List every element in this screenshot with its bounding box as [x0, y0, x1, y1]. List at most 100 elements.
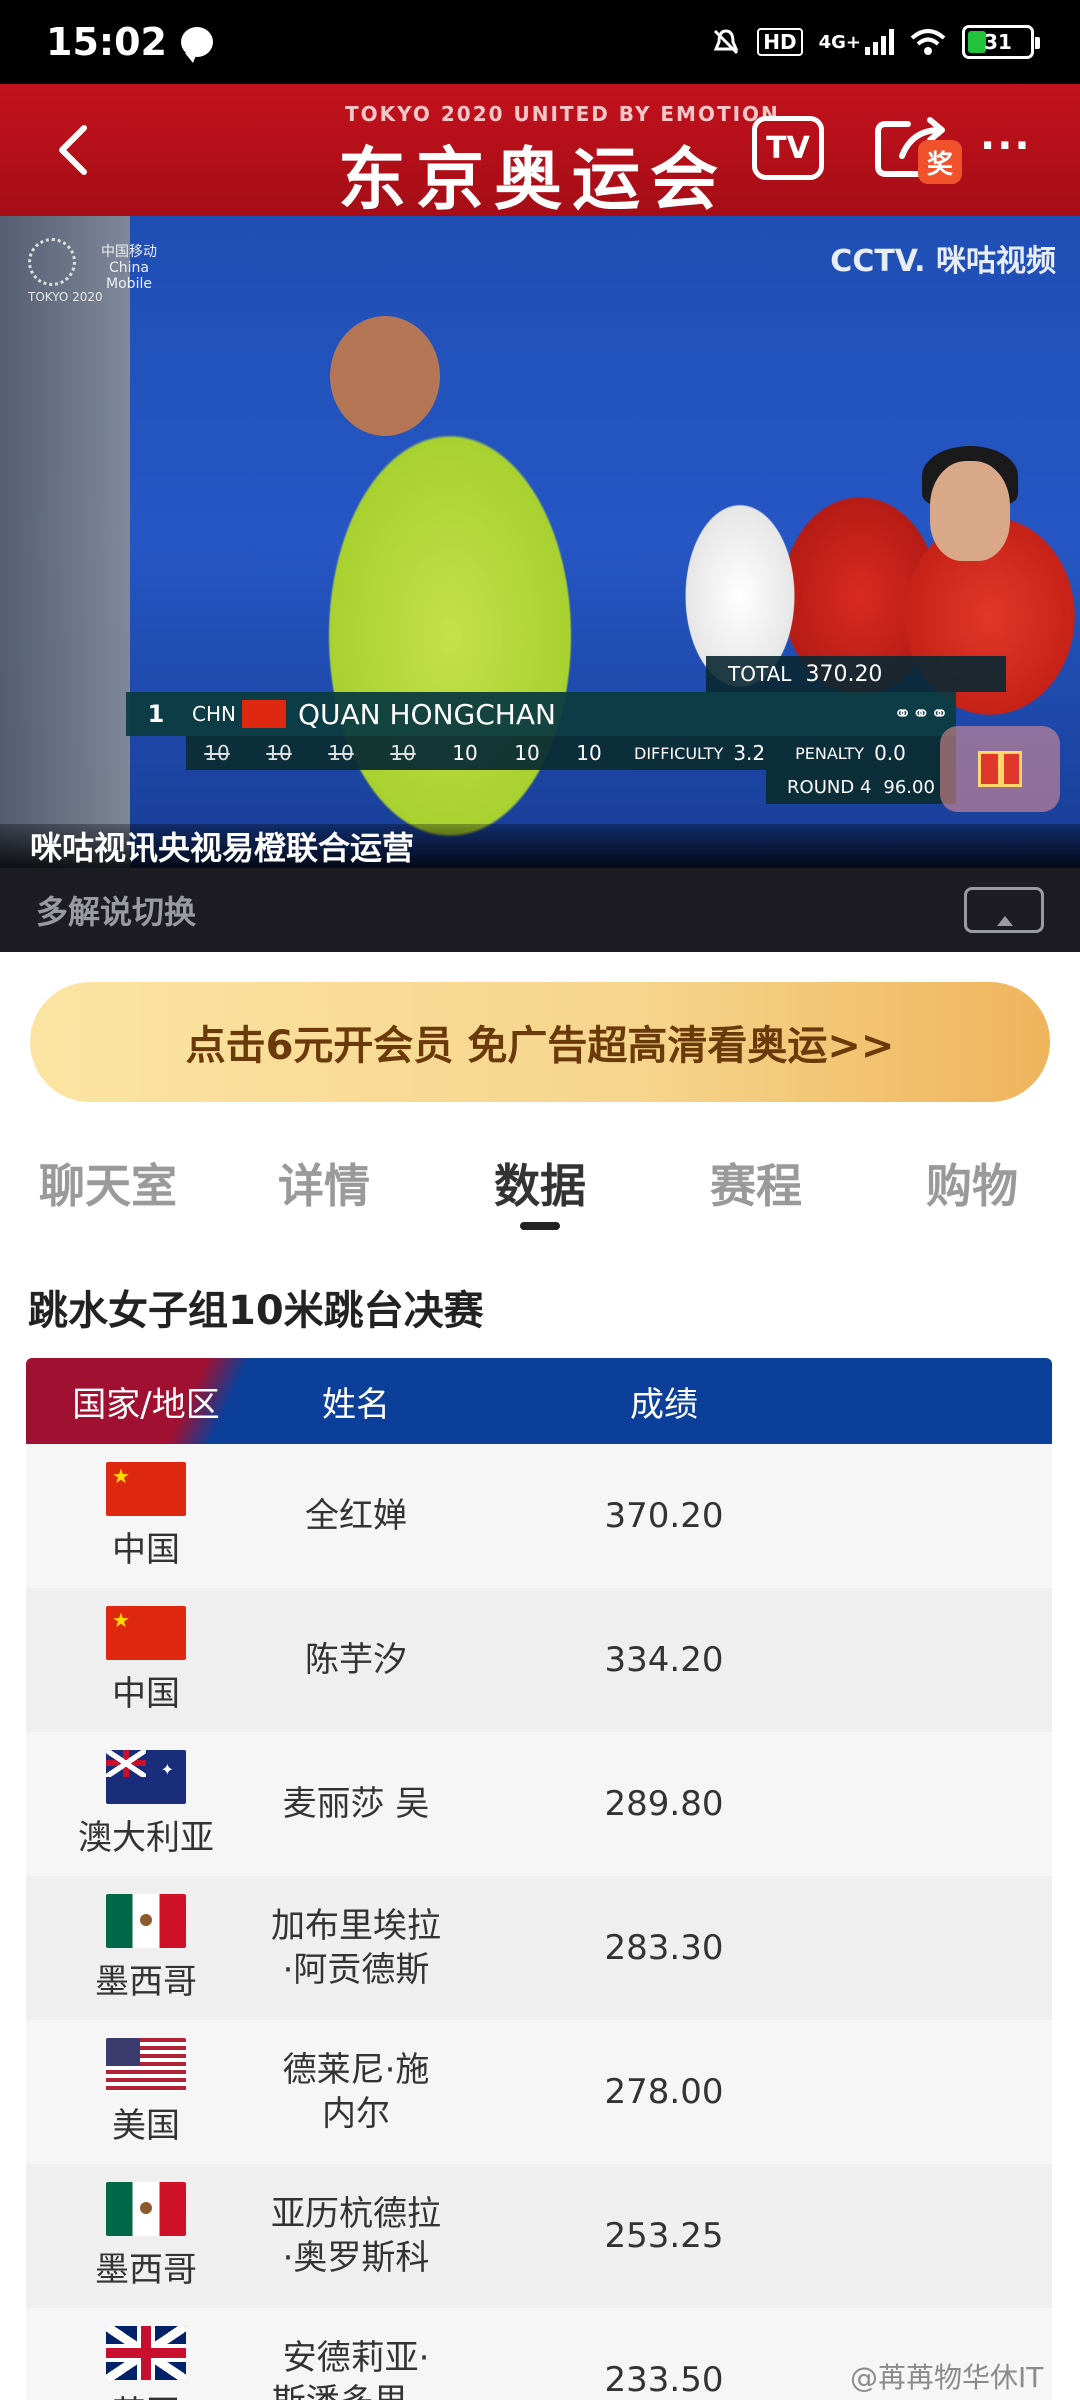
china-mobile-logo: 中国移动 China Mobile	[101, 244, 157, 292]
tab-schedule[interactable]: 赛程	[648, 1150, 864, 1230]
gift-button[interactable]	[940, 726, 1060, 812]
round-score: ROUND 4 96.00	[766, 770, 956, 804]
difficulty-label: DIFFICULTY	[634, 743, 724, 763]
more-options-button[interactable]: ···	[980, 126, 1040, 166]
tokyo-2020-logo: TOKYO 2020	[28, 238, 103, 304]
rank: 1	[147, 700, 165, 728]
flag-icon	[106, 1605, 186, 1660]
status-icons: HD 4G+ 31	[711, 25, 1040, 59]
screen-cast-icon[interactable]	[964, 887, 1044, 933]
video-caption: 咪咕视讯央视易橙联合运营	[0, 824, 1080, 868]
tab-details[interactable]: 详情	[216, 1150, 432, 1230]
table-row: 澳大利亚 麦丽莎 吴 289.80	[26, 1732, 1052, 1876]
country-name: 英国	[112, 2386, 180, 2400]
mute-icon	[711, 27, 741, 57]
cellular-signal-icon: 4G+	[819, 29, 894, 55]
header-score: 成绩	[630, 1384, 698, 1425]
header-subtitle: TOKYO 2020 UNITED BY EMOTION	[345, 102, 780, 126]
score-cell: 253.25	[604, 2216, 724, 2256]
vip-membership-banner[interactable]: 点击6元开会员 免广告超高清看奥运>>	[30, 982, 1050, 1102]
judge-scores: 10 10 10 10 10 10 10 DIFFICULTY 3.2 PENA…	[186, 736, 956, 770]
network-type: 4G+	[818, 31, 861, 53]
tab-chatroom[interactable]: 聊天室	[0, 1150, 216, 1230]
score-cell: 278.00	[604, 2072, 724, 2112]
tab-bar: 聊天室 详情 数据 赛程 购物	[0, 1150, 1080, 1230]
table-row: 中国 全红婵 370.20	[26, 1444, 1052, 1588]
reward-badge: 奖	[918, 140, 962, 184]
country-name: 澳大利亚	[78, 1817, 214, 1858]
score-cell: 289.80	[604, 1784, 724, 1824]
status-time: 15:02	[46, 20, 167, 64]
judge-score: 10	[452, 741, 478, 765]
country-name: 中国	[112, 1673, 180, 1714]
flag-icon	[106, 2181, 186, 2236]
commentary-bar: 多解说切换	[0, 868, 1080, 952]
flag-icon	[106, 1749, 186, 1804]
video-player[interactable]: TOKYO 2020 中国移动 China Mobile CCTV. 咪咕视频 …	[0, 216, 1080, 868]
chevron-left-icon	[59, 125, 87, 175]
battery-icon: 31	[962, 25, 1040, 59]
flag-icon	[106, 2325, 186, 2380]
commentary-switch-button[interactable]: 多解说切换	[36, 887, 196, 933]
judge-score: 10	[390, 741, 416, 765]
judge-score: 10	[204, 741, 230, 765]
athlete-name-cell: 陈芋汐	[305, 1640, 407, 1680]
table-row: 美国 德莱尼·施 内尔 278.00	[26, 2020, 1052, 2164]
athlete-head	[330, 316, 440, 436]
gift-icon	[978, 751, 1022, 787]
tokyo-emblem-icon	[28, 238, 76, 286]
country-cell: 澳大利亚	[26, 1749, 266, 1859]
table-header: 国家/地区 姓名 成绩	[26, 1358, 1052, 1444]
table-body: 中国全红婵370.20中国陈芋汐334.20澳大利亚麦丽莎 吴289.80墨西哥…	[26, 1444, 1052, 2400]
country-cell: 墨西哥	[26, 2181, 266, 2291]
tv-cast-button[interactable]: TV	[752, 116, 824, 180]
video-background	[0, 216, 130, 868]
score-cell: 283.30	[604, 1928, 724, 1968]
results-table: 国家/地区 姓名 成绩 中国全红婵370.20中国陈芋汐334.20澳大利亚麦丽…	[26, 1358, 1052, 2400]
penalty-value: 0.0	[874, 741, 906, 765]
battery-level: 31	[984, 30, 1012, 54]
tab-data[interactable]: 数据	[432, 1150, 648, 1230]
athlete-name-cell: 加布里埃拉 ·阿贡德斯	[271, 1906, 441, 1990]
table-row: 墨西哥 亚历杭德拉 ·奥罗斯科 253.25	[26, 2164, 1052, 2308]
header-country: 国家/地区	[72, 1384, 220, 1425]
country-name: 美国	[112, 2105, 180, 2146]
athlete-name-cell: 亚历杭德拉 ·奥罗斯科	[271, 2194, 441, 2278]
status-bar: 15:02 HD 4G+ 31	[0, 0, 1080, 84]
country-name: 墨西哥	[95, 2249, 197, 2290]
app-header: TOKYO 2020 UNITED BY EMOTION 东京奥运会 TV 奖 …	[0, 84, 1080, 220]
broadcaster-logo: CCTV. 咪咕视频	[830, 244, 1056, 279]
country-cell: 墨西哥	[26, 1893, 266, 2003]
athlete-face	[930, 461, 1010, 561]
judge-score: 10	[266, 741, 292, 765]
country-cell: 英国	[26, 2325, 266, 2400]
event-title: 跳水女子组10米跳台决赛	[28, 1288, 484, 1334]
wifi-icon	[910, 28, 946, 56]
difficulty-value: 3.2	[733, 741, 766, 765]
country-cell: 中国	[26, 1461, 266, 1571]
judge-score: 10	[328, 741, 354, 765]
back-button[interactable]	[44, 118, 100, 182]
country-name: 墨西哥	[95, 1961, 197, 2002]
flag-icon	[106, 2037, 186, 2092]
china-flag-icon	[241, 700, 286, 728]
tab-shopping[interactable]: 购物	[864, 1150, 1080, 1230]
score-cell: 370.20	[604, 1496, 724, 1536]
athlete-name: QUAN HONGCHAN	[297, 697, 556, 731]
judge-score: 10	[576, 741, 602, 765]
flag-icon	[106, 1893, 186, 1948]
athlete-name-cell: 安德莉亚· 斯潘多里...	[272, 2338, 440, 2400]
total-score: TOTAL 370.20	[706, 656, 1006, 692]
penalty-label: PENALTY	[795, 743, 865, 763]
athlete-name-cell: 麦丽莎 吴	[282, 1784, 430, 1824]
table-row: 墨西哥 加布里埃拉 ·阿贡德斯 283.30	[26, 1876, 1052, 2020]
hd-icon: HD	[757, 28, 803, 56]
country-code: CHN	[192, 702, 236, 726]
page-title: 东京奥运会	[338, 141, 729, 220]
country-cell: 中国	[26, 1605, 266, 1715]
message-icon	[180, 27, 213, 63]
country-cell: 美国	[26, 2037, 266, 2147]
tv-icon: TV	[766, 130, 810, 166]
judge-score: 10	[514, 741, 540, 765]
country-name: 中国	[112, 1529, 180, 1570]
